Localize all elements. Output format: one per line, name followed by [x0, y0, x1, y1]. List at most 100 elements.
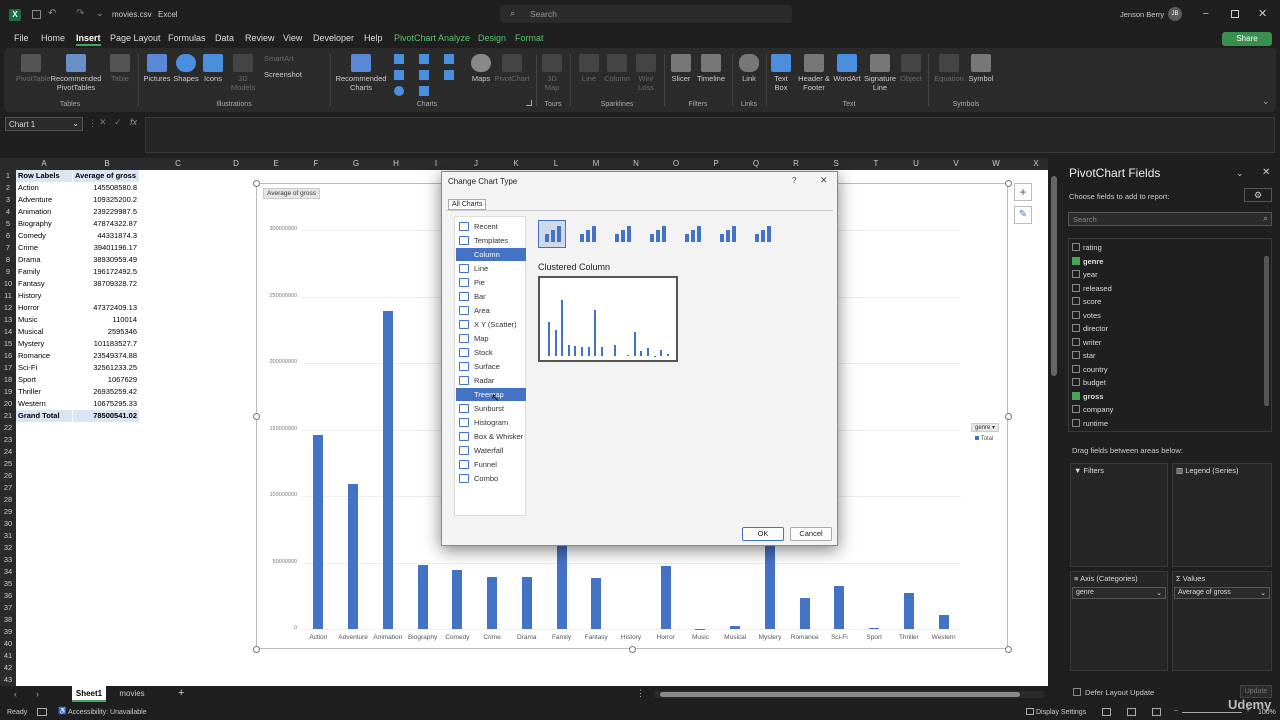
vertical-scrollbar[interactable] — [1050, 170, 1058, 686]
grand-total-value[interactable]: 78500541.02 — [73, 410, 139, 422]
values-area[interactable] — [1172, 571, 1272, 671]
recommended-pivottables-button[interactable]: Recommended PivotTables — [50, 54, 102, 92]
value-cell[interactable]: 26935259.42 — [73, 386, 139, 398]
column-header-v[interactable]: V — [950, 159, 962, 168]
column-header-o[interactable]: O — [670, 159, 682, 168]
column-header-d[interactable]: D — [230, 159, 242, 168]
chart-type-waterfall[interactable]: Waterfall — [456, 444, 526, 457]
tab-insert[interactable]: Insert — [76, 33, 101, 46]
timeline-button[interactable]: Timeline — [694, 54, 728, 83]
chart-type-x-y-scatter-[interactable]: X Y (Scatter) — [456, 318, 526, 331]
field-score[interactable]: score — [1072, 297, 1101, 306]
tab-splitter-icon[interactable]: ⋮ — [636, 688, 645, 699]
sheet-tab-movies[interactable]: movies — [112, 689, 152, 698]
field-genre[interactable]: genre — [1072, 256, 1103, 266]
bar-musical[interactable] — [730, 625, 741, 629]
chart-styles-button[interactable]: ✎ — [1014, 206, 1032, 224]
field-director[interactable]: director — [1072, 324, 1108, 333]
row-label-cell[interactable]: Fantasy — [16, 278, 72, 290]
row-header[interactable]: 22 — [0, 422, 16, 434]
shapes-button[interactable]: Shapes — [172, 54, 200, 83]
row-label-cell[interactable]: Horror — [16, 302, 72, 314]
field-checkbox[interactable] — [1072, 405, 1080, 413]
row-label-cell[interactable]: Music — [16, 314, 72, 326]
pivottable-button[interactable]: PivotTable — [16, 54, 51, 83]
formula-input[interactable] — [145, 117, 1275, 153]
value-cell[interactable]: 38709328.72 — [73, 278, 139, 290]
value-cell[interactable]: 2595346 — [73, 326, 139, 338]
field-search-input[interactable]: Search ⌕ — [1068, 212, 1272, 226]
column-header-q[interactable]: Q — [750, 159, 762, 168]
row-label-cell[interactable]: Drama — [16, 254, 72, 266]
field-company[interactable]: company — [1072, 405, 1113, 414]
column-header-e[interactable]: E — [270, 159, 282, 168]
row-header[interactable]: 33 — [0, 554, 16, 566]
bar-animation[interactable] — [382, 310, 393, 629]
legend-field-button[interactable]: genre ▾ — [971, 423, 1000, 432]
row-header[interactable]: 8 — [0, 254, 16, 266]
row-label-cell[interactable]: Comedy — [16, 230, 72, 242]
column-header-w[interactable]: W — [990, 159, 1002, 168]
bar-romance[interactable] — [799, 597, 810, 629]
cancel-button[interactable]: Cancel — [790, 527, 832, 541]
bar-sci-fi[interactable] — [834, 585, 845, 629]
row-header[interactable]: 5 — [0, 218, 16, 230]
chart-subtype[interactable] — [748, 220, 776, 248]
field-year[interactable]: year — [1072, 270, 1098, 279]
tab-data[interactable]: Data — [215, 33, 234, 43]
axis-field-dropdown[interactable]: genre ⌄ — [1072, 587, 1166, 599]
row-header[interactable]: 20 — [0, 398, 16, 410]
combo-chart-icon[interactable] — [444, 70, 454, 80]
value-cell[interactable]: 32561233.25 — [73, 362, 139, 374]
help-icon[interactable]: ? — [792, 176, 796, 185]
value-cell[interactable]: 101183527.7 — [73, 338, 139, 350]
slicer-button[interactable]: Slicer — [668, 54, 694, 83]
autosave-icon[interactable] — [32, 10, 41, 19]
row-header[interactable]: 2 — [0, 182, 16, 194]
row-header[interactable]: 43 — [0, 674, 16, 686]
maps-button[interactable]: Maps — [468, 54, 494, 83]
field-country[interactable]: country — [1072, 364, 1108, 374]
charts-dialog-launcher-icon[interactable] — [526, 100, 532, 106]
scatter-chart-icon[interactable] — [419, 86, 429, 96]
row-header[interactable]: 15 — [0, 338, 16, 350]
chart-type-surface[interactable]: Surface — [456, 360, 526, 373]
row-header[interactable]: 28 — [0, 494, 16, 506]
row-header[interactable]: 30 — [0, 518, 16, 530]
value-cell[interactable]: 110014 — [73, 314, 139, 326]
normal-view-icon[interactable] — [1102, 708, 1111, 716]
tab-page-layout[interactable]: Page Layout — [110, 33, 161, 43]
tab-review[interactable]: Review — [245, 33, 275, 43]
row-label-cell[interactable]: Animation — [16, 206, 72, 218]
tab-developer[interactable]: Developer — [313, 33, 354, 43]
chart-type-area[interactable]: Area — [456, 304, 526, 317]
column-header-g[interactable]: G — [350, 159, 362, 168]
field-released[interactable]: released — [1072, 283, 1112, 293]
column-header-f[interactable]: F — [310, 159, 322, 168]
row-header[interactable]: 36 — [0, 590, 16, 602]
zoom-out-icon[interactable]: – — [1174, 707, 1178, 714]
tab-format[interactable]: Format — [515, 33, 544, 43]
restore-icon[interactable] — [1231, 10, 1239, 18]
chart-subtype[interactable] — [573, 220, 601, 248]
row-header[interactable]: 11 — [0, 290, 16, 302]
field-list-scrollbar[interactable] — [1264, 256, 1269, 406]
row-label-cell[interactable]: Western — [16, 398, 72, 410]
confirm-entry-icon[interactable]: ✓ — [114, 117, 122, 128]
value-cell[interactable]: 47874322.87 — [73, 218, 139, 230]
3d-models-button[interactable]: 3D Models — [228, 54, 258, 92]
row-header[interactable]: 31 — [0, 530, 16, 542]
value-cell[interactable]: 23549374.88 — [73, 350, 139, 362]
vertical-scroll-thumb[interactable] — [1051, 176, 1057, 376]
bar-crime[interactable] — [487, 576, 498, 629]
row-header[interactable]: 41 — [0, 650, 16, 662]
undo-icon[interactable]: ↶ — [48, 8, 56, 19]
tab-home[interactable]: Home — [41, 33, 65, 43]
bar-comedy[interactable] — [452, 570, 463, 629]
field-checkbox[interactable] — [1072, 351, 1080, 359]
waterfall-chart-icon[interactable] — [419, 70, 429, 80]
value-cell[interactable]: 47372409.13 — [73, 302, 139, 314]
value-cell[interactable]: 38930959.49 — [73, 254, 139, 266]
horizontal-scroll-thumb[interactable] — [660, 692, 1020, 697]
column-header-u[interactable]: U — [910, 159, 922, 168]
